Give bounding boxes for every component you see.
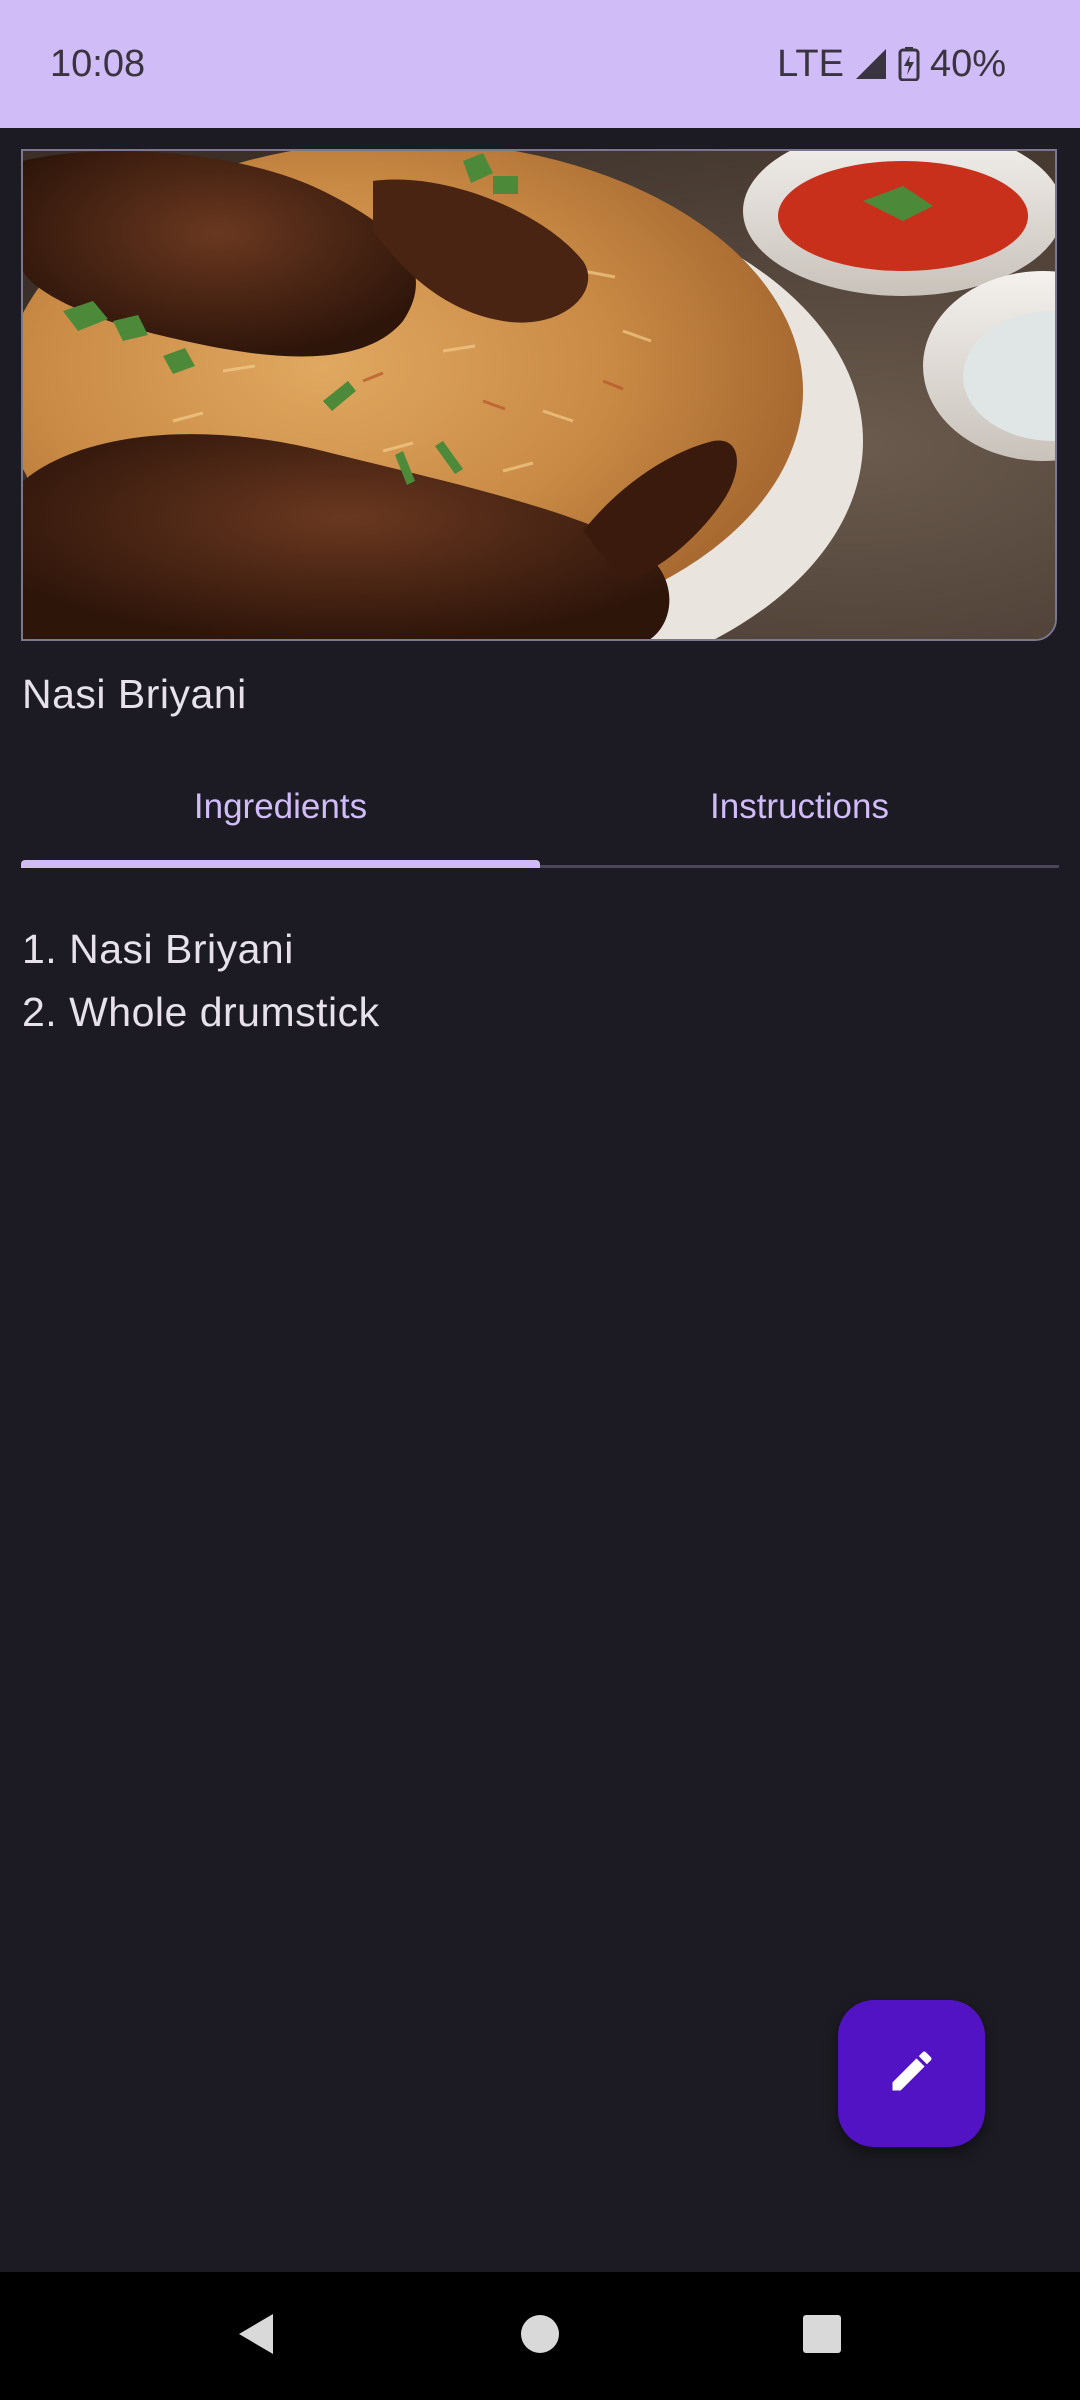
tab-bar: Ingredients Instructions [21,760,1059,868]
tab-ingredients[interactable]: Ingredients [21,760,540,868]
recipe-image [21,149,1057,641]
ingredient-item: 1. Nasi Briyani [22,926,294,972]
network-type: LTE [777,42,844,85]
status-icons: LTE 40% [777,40,1006,88]
edit-recipe-button[interactable] [838,2000,985,2147]
system-nav-bar [0,2272,1080,2400]
back-icon [235,2312,277,2361]
pencil-icon [886,2045,938,2102]
recents-icon [802,2314,842,2359]
status-time: 10:08 [50,43,146,85]
battery-charging-icon [898,47,920,81]
ingredient-item: 2. Whole drumstick [22,989,380,1035]
signal-icon [854,47,888,81]
tab-instructions[interactable]: Instructions [540,760,1059,868]
ingredients-list: 1. Nasi Briyani 2. Whole drumstick [22,918,380,1044]
back-button[interactable] [216,2272,296,2400]
tab-selected-indicator [21,860,540,868]
recipe-title: Nasi Briyani [22,671,247,717]
recents-button[interactable] [782,2272,862,2400]
home-button[interactable] [500,2272,580,2400]
home-icon [520,2314,560,2359]
battery-level: 40% [929,42,1006,85]
status-bar: 10:08 LTE 40% [0,0,1080,128]
